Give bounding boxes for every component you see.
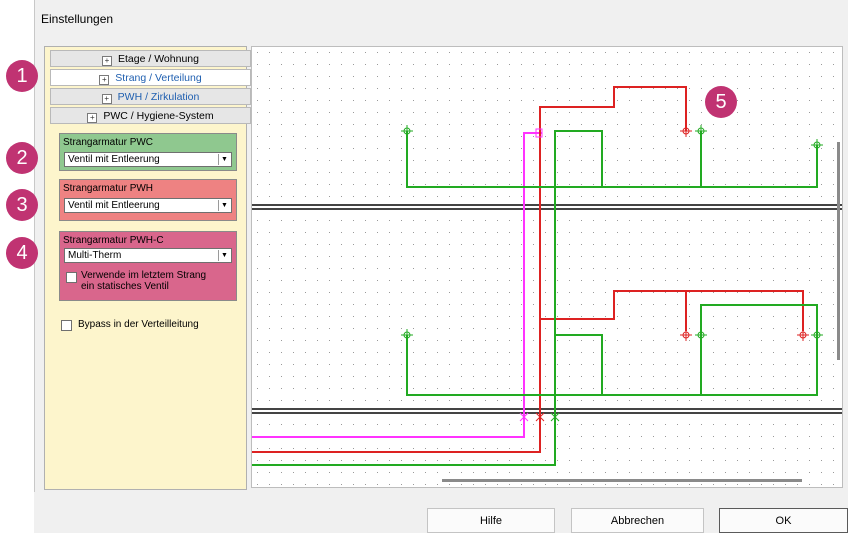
category-pwh-zirkulation[interactable]: + PWH / Zirkulation — [50, 88, 251, 105]
piping-diagram — [252, 47, 842, 487]
piping-diagram-canvas[interactable] — [251, 46, 843, 488]
grid-dots — [252, 47, 842, 487]
group-label: Strangarmatur PWH-C — [63, 235, 164, 246]
bypass-checkbox[interactable] — [61, 320, 72, 331]
category-strang-verteilung[interactable]: + Strang / Verteilung — [50, 69, 251, 86]
horizontal-scrollbar[interactable] — [442, 479, 802, 482]
bypass-label: Bypass in der Verteilleitung — [78, 319, 199, 330]
vertical-scrollbar[interactable] — [837, 142, 840, 360]
group-strangarmatur-pwh: Strangarmatur PWH Ventil mit Entleerung … — [59, 179, 237, 221]
chevron-down-icon: ▼ — [218, 200, 230, 211]
group-strangarmatur-pwc: Strangarmatur PWC Ventil mit Entleerung … — [59, 133, 237, 171]
group-label: Strangarmatur PWC — [63, 137, 154, 148]
window-title: Einstellungen — [41, 12, 114, 26]
callout-badge-1: 1 — [6, 60, 38, 92]
static-valve-checkbox[interactable] — [66, 272, 77, 283]
callout-badge-5: 5 — [705, 86, 737, 118]
callout-badge-2: 2 — [6, 142, 38, 174]
callout-badge-3: 3 — [6, 189, 38, 221]
pwh-valve-select[interactable]: Ventil mit Entleerung ▼ — [64, 198, 232, 213]
chevron-down-icon: ▼ — [218, 154, 230, 165]
cancel-button[interactable]: Abbrechen — [571, 508, 704, 533]
help-button[interactable]: Hilfe — [427, 508, 555, 533]
group-strangarmatur-pwhc: Strangarmatur PWH-C Multi-Therm ▼ Verwen… — [59, 231, 237, 301]
callout-badge-4: 4 — [6, 237, 38, 269]
pwc-valve-select[interactable]: Ventil mit Entleerung ▼ — [64, 152, 232, 167]
static-valve-label: Verwende im letztem Strang ein statische… — [81, 270, 207, 292]
expand-icon: + — [101, 94, 112, 104]
expand-icon: + — [102, 56, 113, 66]
group-label: Strangarmatur PWH — [63, 183, 154, 194]
expand-icon: + — [99, 75, 110, 85]
title-bar: Einstellungen — [35, 0, 848, 40]
ok-button[interactable]: OK — [719, 508, 848, 533]
settings-panel: + Etage / Wohnung + Strang / Verteilung + P… — [44, 46, 251, 490]
pwhc-valve-select[interactable]: Multi-Therm ▼ — [64, 248, 232, 263]
expand-icon: + — [87, 113, 98, 123]
category-etage-wohnung[interactable]: + Etage / Wohnung — [50, 50, 251, 67]
chevron-down-icon: ▼ — [218, 250, 230, 261]
category-pwc-hygiene[interactable]: + PWC / Hygiene-System — [50, 107, 251, 124]
